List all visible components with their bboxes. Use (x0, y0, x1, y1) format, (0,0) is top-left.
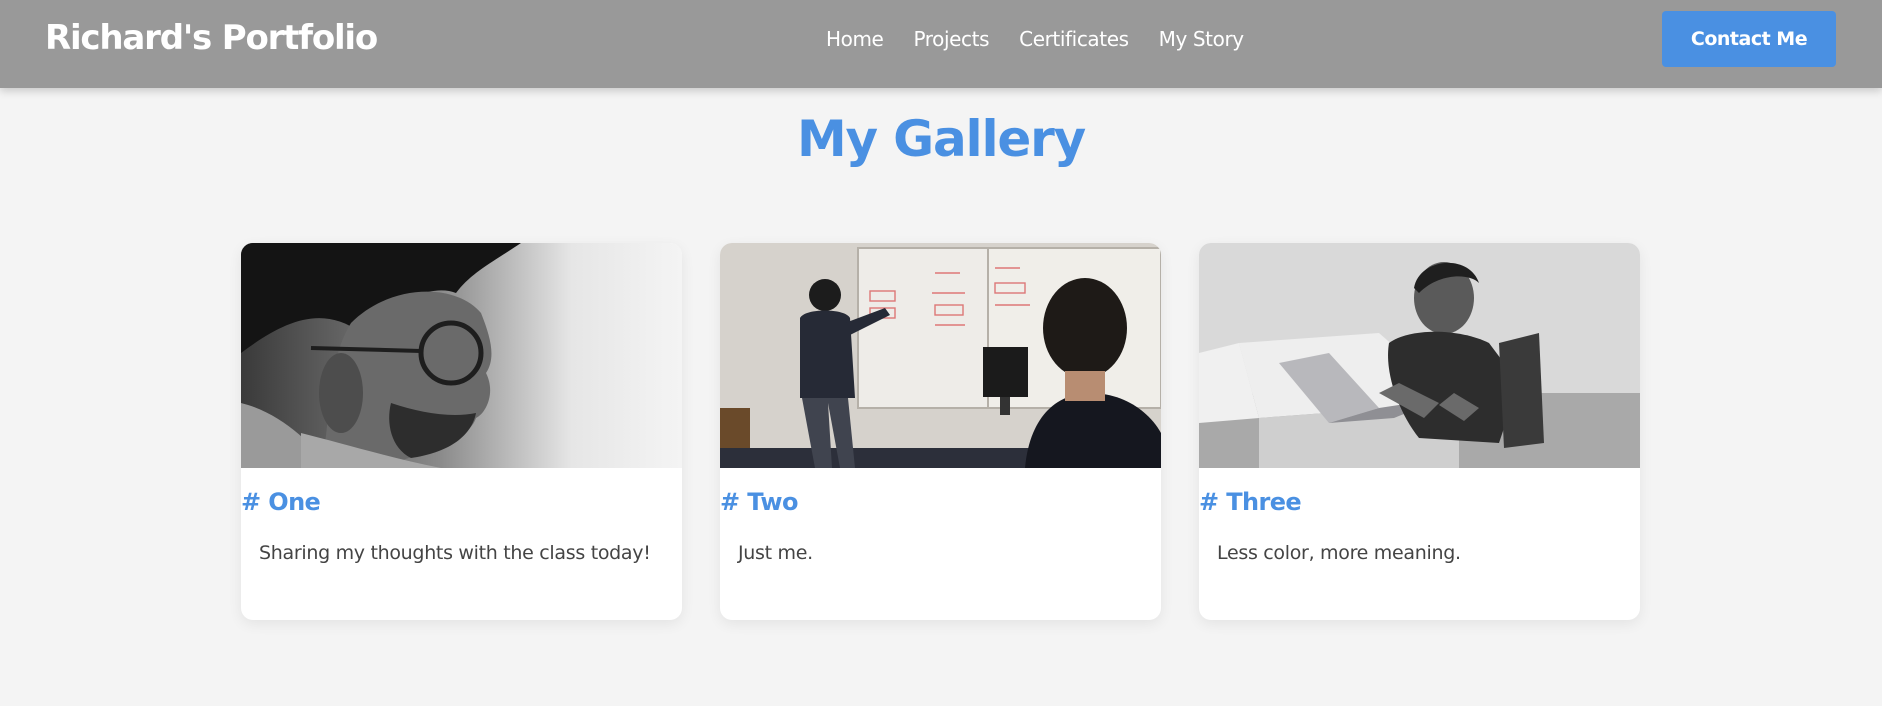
laptop-photo (1199, 243, 1640, 468)
portrait-photo (241, 243, 682, 468)
card-heading: # Two (720, 488, 798, 516)
gallery-card-two: # Two Just me. (720, 243, 1161, 620)
brand-logo[interactable]: Richard's Portfolio (45, 17, 378, 59)
navbar: Richard's Portfolio Home Projects Certif… (0, 0, 1882, 88)
page-title: My Gallery (797, 110, 1086, 168)
card-heading: # Three (1199, 488, 1302, 516)
contact-me-button[interactable]: Contact Me (1662, 11, 1836, 67)
nav-projects[interactable]: Projects (913, 26, 989, 52)
card-heading: # One (241, 488, 321, 516)
nav-certificates[interactable]: Certificates (1019, 26, 1129, 52)
nav-links: Home Projects Certificates My Story (826, 26, 1244, 52)
gallery-card-three: # Three Less color, more meaning. (1199, 243, 1640, 620)
gallery-card-one: # One Sharing my thoughts with the class… (241, 243, 682, 620)
card-caption: Less color, more meaning. (1217, 542, 1461, 564)
whiteboard-photo (720, 243, 1161, 468)
nav-my-story[interactable]: My Story (1159, 26, 1244, 52)
card-caption: Just me. (738, 542, 813, 564)
nav-home[interactable]: Home (826, 26, 884, 52)
card-caption: Sharing my thoughts with the class today… (259, 542, 651, 564)
